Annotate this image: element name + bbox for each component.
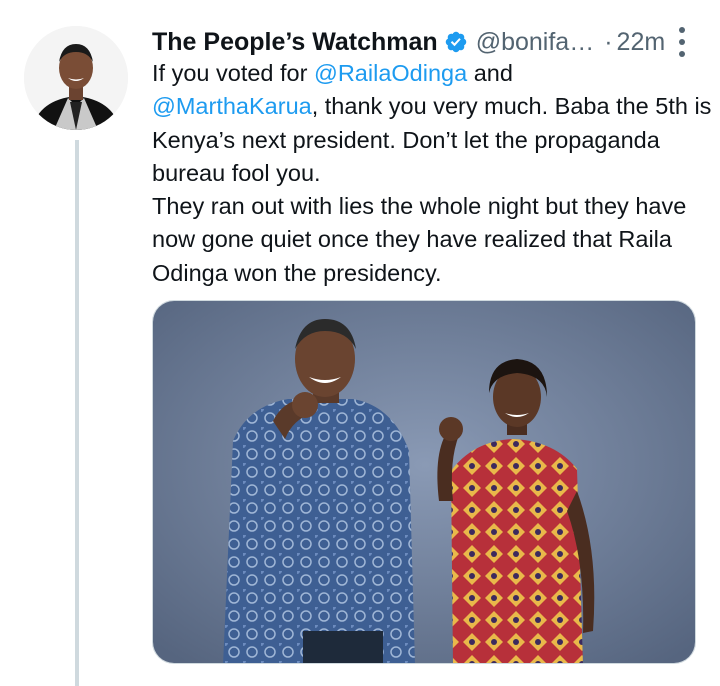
tweet-timestamp[interactable]: 22m — [617, 28, 666, 57]
tweet-media-photo[interactable] — [152, 300, 696, 664]
tweet-paragraph-2: They ran out with lies the whole night b… — [152, 193, 687, 286]
header-separator: · — [604, 27, 613, 56]
mention-raila-odinga[interactable]: @RailaOdinga — [314, 60, 467, 86]
avatar-photo — [24, 26, 128, 130]
tweet-body: If you voted for @RailaOdinga and @Marth… — [152, 57, 712, 290]
verified-badge-icon — [444, 30, 468, 54]
author-display-name[interactable]: The People’s Watchman — [152, 28, 438, 57]
author-handle[interactable]: @bonifa… — [476, 28, 595, 57]
text-segment: and — [467, 60, 513, 86]
author-avatar[interactable] — [24, 26, 128, 130]
campaign-photo — [153, 301, 695, 663]
tweet-header: The People’s Watchman @bonifa… · 22m — [152, 24, 700, 60]
more-options-icon[interactable] — [678, 27, 686, 57]
text-segment: If you voted for — [152, 60, 314, 86]
thread-connector-line — [75, 140, 79, 686]
mention-martha-karua[interactable]: @MarthaKarua — [152, 93, 312, 119]
tweet-paragraph-1: If you voted for @RailaOdinga and @Marth… — [152, 57, 712, 190]
